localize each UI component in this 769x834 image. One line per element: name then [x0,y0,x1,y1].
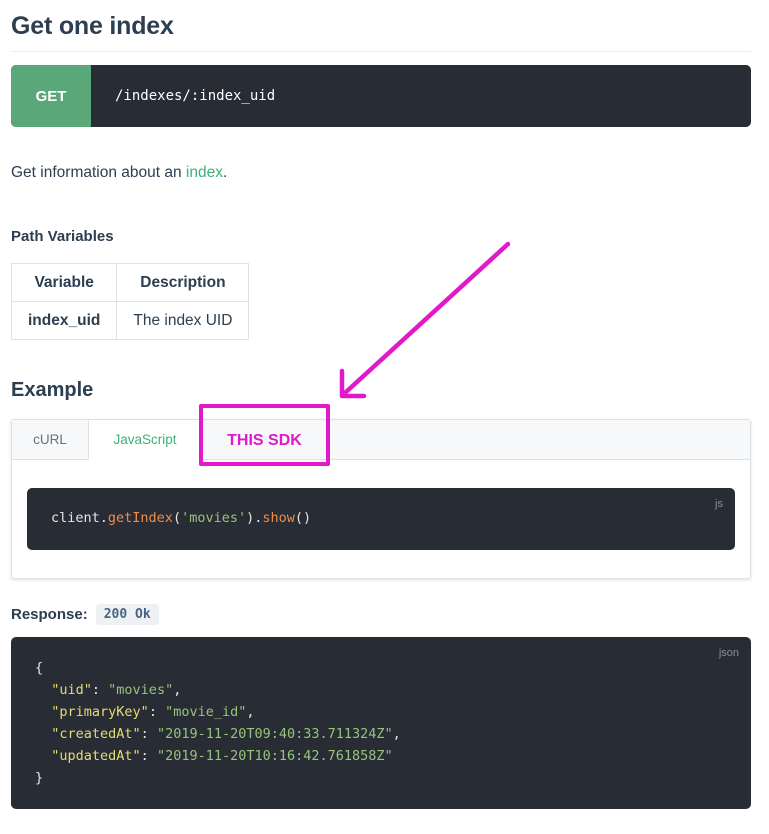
response-json: { "uid": "movies", "primaryKey": "movie_… [35,660,401,786]
json-separator: , [392,726,401,742]
response-code-block: json { "uid": "movies", "primaryKey": "m… [11,637,751,809]
json-key: "updatedAt" [51,748,141,764]
json-value: "2019-11-20T10:16:42.761858Z" [156,748,393,764]
json-key: "uid" [51,682,92,698]
json-value: "movie_id" [165,704,247,720]
json-value: "2019-11-20T09:40:33.711324Z" [156,726,393,742]
status-badge: 200 Ok [95,603,159,625]
json-value: "movies" [108,682,174,698]
response-label: Response: [11,605,88,623]
json-key: "createdAt" [51,726,141,742]
response-header: Response: 200 Ok [11,602,159,626]
json-separator: , [246,704,255,720]
json-brace-open: { [35,660,44,676]
json-key: "primaryKey" [51,704,149,720]
json-separator: , [173,682,182,698]
json-brace-close: } [35,770,44,786]
response-language-label: json [718,647,739,659]
